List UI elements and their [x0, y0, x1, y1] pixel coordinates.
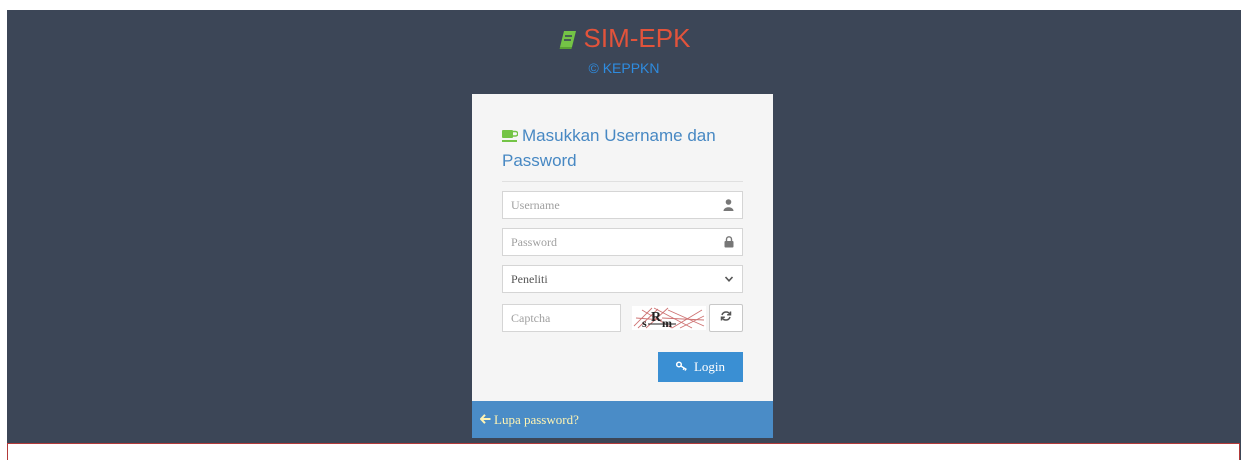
key-icon [675, 359, 688, 375]
user-icon [723, 199, 734, 215]
coffee-cup-icon [502, 125, 519, 149]
refresh-icon [720, 309, 732, 327]
role-select[interactable]: Peneliti [502, 265, 743, 293]
captcha-refresh-button[interactable] [709, 304, 743, 332]
login-page-background: SIM-EPK © KEPPKN Masukkan Username dan P… [7, 10, 1241, 460]
lock-icon [724, 236, 734, 252]
forgot-password-label: Lupa password? [494, 411, 579, 427]
arrow-left-icon [479, 412, 491, 428]
captcha-input[interactable] [503, 305, 620, 331]
login-heading-text: Masukkan Username dan Password [502, 126, 716, 170]
app-brand: SIM-EPK [7, 23, 1241, 56]
captcha-field [502, 304, 621, 332]
chevron-down-icon [724, 273, 734, 288]
login-button[interactable]: Login [658, 352, 743, 382]
password-input[interactable] [503, 229, 742, 255]
svg-text:m: m [662, 316, 672, 330]
password-field [502, 228, 743, 256]
forgot-password-link[interactable]: Lupa password? [472, 401, 773, 438]
username-input[interactable] [503, 192, 742, 218]
captcha-image: s R m [632, 306, 706, 330]
role-select-value: Peneliti [511, 271, 548, 286]
login-button-label: Login [693, 359, 726, 374]
svg-text:R: R [651, 310, 662, 325]
username-field [502, 191, 743, 219]
bottom-frame [7, 443, 1240, 460]
book-icon [558, 26, 578, 56]
login-panel: Masukkan Username dan Password Username … [472, 94, 773, 438]
copyright-text: © KEPPKN [588, 60, 660, 76]
svg-text:s: s [642, 316, 647, 330]
login-heading: Masukkan Username dan Password [502, 124, 743, 182]
app-title: SIM-EPK [583, 23, 691, 53]
